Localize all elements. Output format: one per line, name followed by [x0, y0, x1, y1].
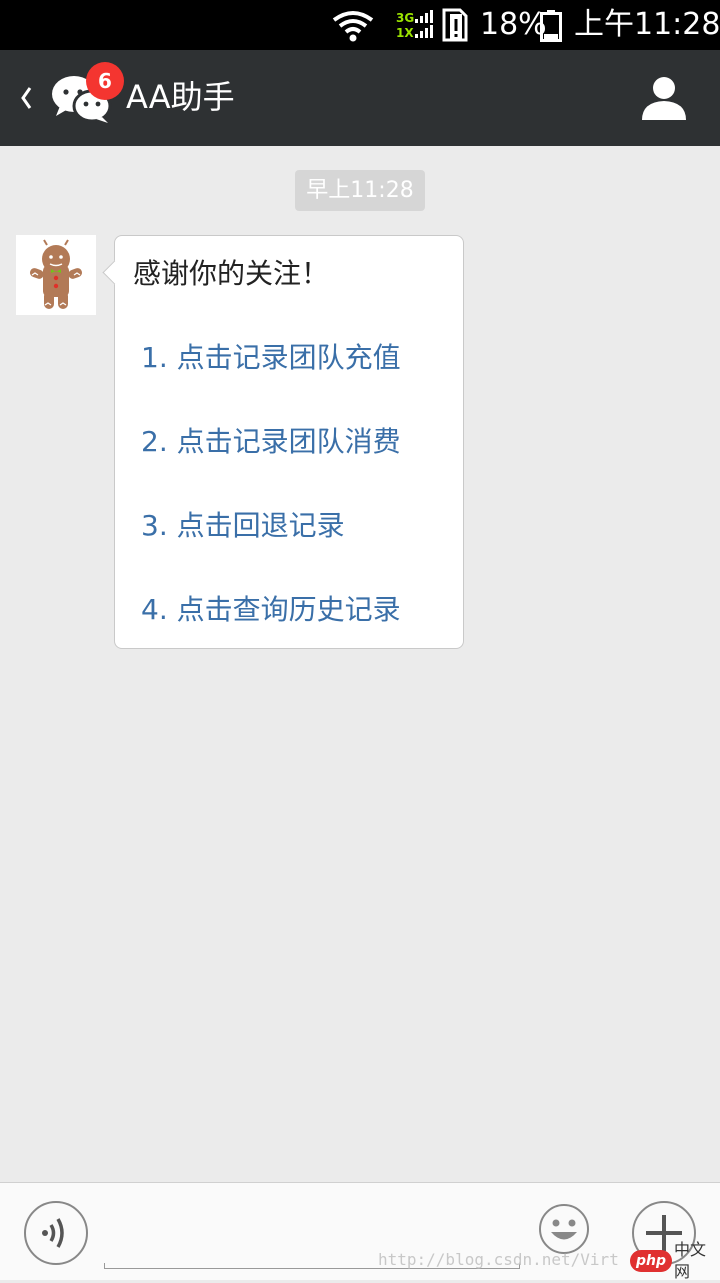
page-title: AA助手: [126, 78, 235, 116]
status-bar: 3G 1X 18% 上午11:28: [0, 0, 720, 50]
emoji-icon[interactable]: [538, 1203, 590, 1255]
avatar[interactable]: [16, 235, 96, 315]
menu-link-history[interactable]: 4. 点击查询历史记录: [141, 590, 401, 630]
menu-link-recharge[interactable]: 1. 点击记录团队充值: [141, 338, 401, 378]
person-icon[interactable]: [640, 74, 688, 122]
wifi-icon: [332, 11, 374, 42]
voice-button[interactable]: [24, 1201, 88, 1265]
bubble-tail: [102, 260, 127, 285]
chat-header: 6 AA助手: [0, 50, 720, 146]
message-timestamp: 早上11:28: [295, 170, 425, 211]
menu-link-consume[interactable]: 2. 点击记录团队消费: [141, 422, 401, 462]
message-bubble: 感谢你的关注！ 1. 点击记录团队充值 2. 点击记录团队消费 3. 点击回退记…: [102, 235, 464, 649]
watermark-logo: php 中文网: [630, 1240, 720, 1281]
back-chevron-icon[interactable]: [18, 84, 36, 112]
network-type-bottom: 1X: [396, 26, 414, 40]
signal-icon: 3G 1X: [396, 10, 436, 42]
network-type-top: 3G: [396, 11, 415, 25]
battery-icon: [540, 10, 562, 42]
logo-cn: 中文网: [674, 1240, 707, 1281]
unread-badge: 6: [86, 62, 124, 100]
voice-icon: [42, 1218, 64, 1248]
sim-alert-icon: [442, 8, 468, 42]
battery-percent: 18%: [480, 7, 547, 42]
menu-link-rollback[interactable]: 3. 点击回退记录: [141, 506, 345, 546]
watermark-url: http://blog.csdn.net/Virt: [378, 1250, 619, 1269]
status-time: 上午11:28: [574, 7, 720, 42]
message-greeting: 感谢你的关注！: [133, 257, 330, 290]
logo-php: php: [630, 1250, 673, 1272]
